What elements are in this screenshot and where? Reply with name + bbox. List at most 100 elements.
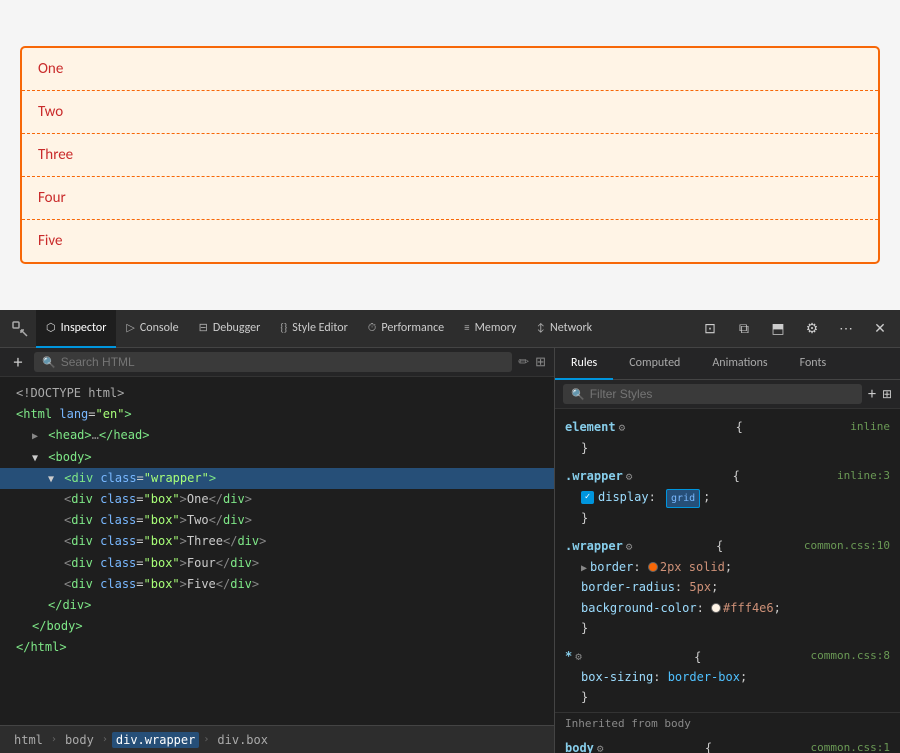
rule-selector-text: element [565, 420, 616, 434]
debugger-tab-label: Debugger [213, 321, 260, 335]
html-tree-line[interactable]: <div class="box">Two</div> [0, 510, 554, 531]
html-tree-line[interactable]: ▼ <body> [0, 447, 554, 468]
memory-icon: ≡ [464, 321, 469, 334]
devtools-panel: ⬡ Inspector ▷ Console ⊟ Debugger {} Styl… [0, 310, 900, 753]
tab-inspector[interactable]: ⬡ Inspector [36, 310, 116, 348]
rule-brace-close: } [565, 508, 890, 528]
rule-gear-icon[interactable]: ⚙ [575, 650, 582, 663]
settings-icon[interactable]: ⚙ [796, 313, 828, 345]
rule-property: border-radius: 5px; [565, 577, 890, 597]
tab-rules[interactable]: Rules [555, 348, 613, 380]
rule-selector[interactable]: .wrapper⚙ [565, 536, 635, 557]
tab-bar-left: ⬡ Inspector ▷ Console ⊟ Debugger {} Styl… [4, 310, 694, 348]
tab-console[interactable]: ▷ Console [116, 310, 188, 348]
pick-element-icon[interactable] [4, 313, 36, 345]
responsive-icon[interactable]: ⊡ [694, 313, 726, 345]
rule-selector-text: * [565, 649, 572, 663]
html-tree-line[interactable]: <div class="box">Four</div> [0, 553, 554, 574]
rule-property: ▶border: 2px solid; [565, 557, 890, 577]
box-element: One [22, 48, 878, 91]
prop-value: #fff4e6 [723, 601, 774, 615]
breadcrumb: html›body›div.wrapper›div.box [0, 725, 554, 753]
tab-network[interactable]: ↕ Network [526, 310, 602, 348]
box-element: Five [22, 220, 878, 262]
html-panel: + 🔍 ✏ ⊞ <!DOCTYPE html><html lang="en">▶… [0, 348, 555, 753]
breadcrumb-item[interactable]: div.wrapper [112, 732, 199, 748]
add-element-button[interactable]: + [8, 352, 28, 372]
rule-file[interactable]: common.css:10 [804, 537, 890, 556]
style-editor-icon: {} [280, 321, 287, 334]
rule-file[interactable]: common.css:8 [811, 647, 890, 666]
breadcrumb-item[interactable]: div.box [213, 732, 272, 748]
html-tree-line[interactable]: </div> [0, 595, 554, 616]
style-editor-label: Style Editor [292, 321, 348, 335]
tab-debugger[interactable]: ⊟ Debugger [189, 310, 271, 348]
html-tree-line[interactable]: <html lang="en"> [0, 404, 554, 425]
rule-selector[interactable]: *⚙ [565, 646, 585, 667]
breadcrumb-item[interactable]: body [61, 732, 98, 748]
styles-content: element⚙ {inline}.wrapper⚙ {inline:3✓dis… [555, 409, 900, 753]
inspector-tab-icon: ⬡ [46, 321, 56, 334]
rule-header: .wrapper⚙ {common.css:10 [565, 536, 890, 557]
grid-badge[interactable]: grid [666, 489, 700, 508]
tab-performance[interactable]: ⏱ Performance [358, 310, 454, 348]
rule-selector[interactable]: .wrapper⚙ [565, 466, 635, 487]
performance-icon: ⏱ [368, 321, 377, 335]
html-tree-line[interactable]: ▼ <div class="wrapper"> [0, 468, 554, 489]
network-label: Network [550, 321, 592, 335]
html-tree-line[interactable]: <div class="box">Three</div> [0, 531, 554, 552]
search-html-input[interactable] [61, 355, 504, 369]
copy-color-icon[interactable]: ⊞ [882, 387, 892, 402]
close-devtools-icon[interactable]: ✕ [864, 313, 896, 345]
dock-icon[interactable]: ⬒ [762, 313, 794, 345]
tab-animations[interactable]: Animations [696, 348, 783, 380]
rule-gear-icon[interactable]: ⚙ [626, 470, 633, 483]
tab-memory[interactable]: ≡ Memory [454, 310, 526, 348]
html-tree-line[interactable]: <div class="box">Five</div> [0, 574, 554, 595]
rule-file[interactable]: inline [850, 418, 890, 437]
rule-selector[interactable]: body⚙ [565, 738, 607, 753]
overflow-icon[interactable]: ⋯ [830, 313, 862, 345]
rule-brace-close: } [565, 618, 890, 638]
color-swatch[interactable] [711, 603, 721, 613]
screenshot-icon[interactable]: ⧉ [728, 313, 760, 345]
tab-computed[interactable]: Computed [613, 348, 696, 380]
inherited-label: Inherited from body [555, 712, 900, 734]
rule-file[interactable]: common.css:1 [811, 739, 890, 753]
prop-expand-icon[interactable]: ▶ [581, 563, 587, 574]
html-tree-line[interactable]: </html> [0, 637, 554, 658]
filter-styles-input[interactable] [590, 387, 854, 401]
rule-brace-close: } [565, 438, 890, 458]
edit-html-icon[interactable]: ✏ [518, 355, 529, 370]
breadcrumb-separator: › [51, 734, 57, 745]
prop-name: border [590, 560, 633, 574]
rule-property: box-sizing: border-box; [565, 667, 890, 687]
tab-style-editor[interactable]: {} Style Editor [270, 310, 357, 348]
rule-gear-icon[interactable]: ⚙ [597, 742, 604, 753]
expand-html-icon[interactable]: ⊞ [535, 355, 546, 370]
html-tree-line[interactable]: <div class="box">One</div> [0, 489, 554, 510]
rule-gear-icon[interactable]: ⚙ [619, 421, 626, 434]
style-rule: *⚙ {common.css:8box-sizing: border-box;} [555, 642, 900, 711]
rule-selector[interactable]: element⚙ [565, 417, 628, 438]
rule-selector-text: .wrapper [565, 539, 623, 553]
rule-property: ✓display: grid; [565, 487, 890, 508]
preview-area: OneTwoThreeFourFive [0, 0, 900, 310]
rule-gear-icon[interactable]: ⚙ [626, 540, 633, 553]
rule-brace-open: { [733, 466, 740, 486]
prop-name: background-color [581, 601, 697, 615]
html-tree-line[interactable]: ▶ <head>…</head> [0, 425, 554, 446]
html-tree-line[interactable]: <!DOCTYPE html> [0, 383, 554, 404]
styles-tabs: Rules Computed Animations Fonts [555, 348, 900, 380]
breadcrumb-item[interactable]: html [10, 732, 47, 748]
rule-header: .wrapper⚙ { inline:3 [565, 466, 890, 487]
prop-checkbox[interactable]: ✓ [581, 491, 594, 504]
add-rule-icon[interactable]: + [868, 385, 876, 404]
tab-fonts[interactable]: Fonts [784, 348, 843, 380]
color-swatch[interactable] [648, 562, 658, 572]
rule-file[interactable]: inline:3 [837, 467, 890, 486]
style-rule: body⚙ {common.css:1font-family: "Gill Sa… [555, 734, 900, 753]
html-tree-line[interactable]: </body> [0, 616, 554, 637]
styles-panel: Rules Computed Animations Fonts 🔍 + ⊞ el… [555, 348, 900, 753]
rule-brace-open: { [694, 647, 701, 667]
